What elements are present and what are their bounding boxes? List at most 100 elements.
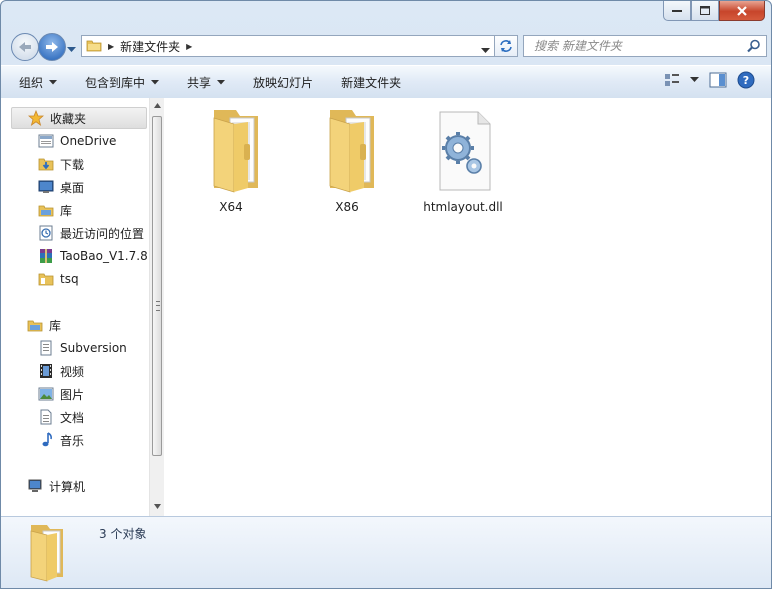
sidebar-item-libraries[interactable]: 库 <box>27 314 61 336</box>
help-icon[interactable]: ? <box>737 71 755 89</box>
forward-button[interactable] <box>38 33 66 61</box>
star-icon <box>28 110 44 126</box>
sidebar-item-taobao[interactable]: TaoBao_V1.7.8. <box>38 245 149 267</box>
sidebar-item-label: 视频 <box>60 364 85 379</box>
close-icon <box>737 5 747 16</box>
back-button[interactable] <box>11 33 39 61</box>
organize-label: 组织 <box>19 75 44 90</box>
arrow-right-icon <box>46 42 58 52</box>
folder-icon <box>86 38 102 55</box>
file-list: X64 X86 htmlayout.dll <box>165 98 771 516</box>
search-icon[interactable] <box>747 39 761 56</box>
sidebar-item-label: 最近访问的位置 <box>60 226 145 241</box>
share-label: 共享 <box>187 75 212 90</box>
sidebar-item-desktop[interactable]: 桌面 <box>38 176 84 198</box>
address-history-dropdown[interactable] <box>481 43 490 57</box>
sidebar-item-label: 图片 <box>60 387 85 402</box>
details-pane: 3 个对象 <box>1 516 771 588</box>
sidebar-item-label: 下载 <box>60 157 85 172</box>
sidebar-item-label: 文档 <box>60 410 85 425</box>
new-folder-label: 新建文件夹 <box>341 75 402 90</box>
organize-menu[interactable]: 组织 <box>1 66 71 98</box>
breadcrumb-arrow-icon[interactable]: ▶ <box>186 42 192 51</box>
preview-pane-icon[interactable] <box>709 72 727 88</box>
view-controls: ? <box>654 71 755 89</box>
chevron-down-icon <box>67 47 76 52</box>
navigation-scrollbar[interactable] <box>149 98 164 516</box>
folder-icon <box>30 525 63 582</box>
new-folder-button[interactable]: 新建文件夹 <box>327 66 415 98</box>
view-options-chevron-icon[interactable] <box>690 77 699 83</box>
document-icon <box>38 409 54 425</box>
minimize-button[interactable] <box>663 1 691 21</box>
dll-file-icon <box>439 111 491 191</box>
include-in-library-label: 包含到库中 <box>85 75 146 90</box>
onedrive-icon <box>38 133 54 149</box>
sidebar-item-onedrive[interactable]: OneDrive <box>38 130 116 152</box>
command-bar: 组织 包含到库中 共享 放映幻灯片 新建文件夹 ? <box>1 65 771 99</box>
navigation-pane: 收藏夹 OneDrive 下载 桌面 库 最近访问的位置 TaoBao_V1.7… <box>9 98 149 516</box>
sidebar-item-library[interactable]: 库 <box>38 199 72 221</box>
change-view-icon[interactable] <box>664 72 680 88</box>
item-count: 3 个对象 <box>99 527 147 541</box>
sidebar-item-label: 桌面 <box>60 180 85 195</box>
breadcrumb-item[interactable]: 新建文件夹 <box>120 38 180 55</box>
file-name: X86 <box>335 200 359 214</box>
sidebar-item-downloads[interactable]: 下载 <box>38 153 84 175</box>
picture-icon <box>38 386 54 402</box>
scroll-up-arrow-icon[interactable] <box>154 103 161 108</box>
sidebar-item-label: 计算机 <box>49 479 86 494</box>
chevron-down-icon <box>481 48 490 53</box>
chevron-down-icon <box>217 79 226 84</box>
chevron-down-icon <box>151 79 160 84</box>
caption-buttons <box>663 1 765 21</box>
maximize-button[interactable] <box>691 1 719 21</box>
address-row: ▶ 新建文件夹 ▶ <box>9 32 767 61</box>
subversion-icon <box>38 340 54 356</box>
refresh-icon <box>500 40 512 52</box>
sidebar-item-label: 库 <box>49 318 62 333</box>
file-name: X64 <box>219 200 243 214</box>
refresh-button[interactable] <box>494 35 518 57</box>
sidebar-item-documents[interactable]: 文档 <box>38 406 84 428</box>
explorer-window: ▶ 新建文件夹 ▶ 组织 包含到 <box>0 0 772 589</box>
chevron-down-icon <box>49 79 58 84</box>
sidebar-item-label: tsq <box>60 272 79 286</box>
file-item-htmlayout-dll[interactable]: htmlayout.dll <box>408 104 518 214</box>
scroll-down-arrow-icon[interactable] <box>154 504 161 509</box>
music-icon <box>38 432 54 448</box>
search-box[interactable] <box>523 35 767 57</box>
sidebar-item-tsq[interactable]: tsq <box>38 268 79 290</box>
file-item-x64[interactable]: X64 <box>176 104 286 214</box>
folder-icon <box>329 110 374 193</box>
sidebar-item-label: 收藏夹 <box>50 111 87 126</box>
sidebar-item-computer[interactable]: 计算机 <box>27 475 85 497</box>
sidebar-item-favorites[interactable]: 收藏夹 <box>11 107 147 129</box>
sidebar-item-pictures[interactable]: 图片 <box>38 383 84 405</box>
recent-places-icon <box>38 225 54 241</box>
share-menu[interactable]: 共享 <box>173 66 239 98</box>
sidebar-item-label: TaoBao_V1.7.8. <box>60 249 149 263</box>
sidebar-item-music[interactable]: 音乐 <box>38 429 84 451</box>
sidebar-item-videos[interactable]: 视频 <box>38 360 84 382</box>
breadcrumb-arrow-icon[interactable]: ▶ <box>108 42 114 51</box>
slideshow-button[interactable]: 放映幻灯片 <box>239 66 327 98</box>
search-input[interactable] <box>532 38 736 54</box>
address-bar[interactable]: ▶ 新建文件夹 ▶ <box>81 35 495 57</box>
library-icon <box>27 317 43 333</box>
library-icon <box>38 202 54 218</box>
sidebar-item-label: Subversion <box>60 341 127 355</box>
sidebar-item-subversion[interactable]: Subversion <box>38 337 127 359</box>
close-button[interactable] <box>719 1 765 21</box>
recent-pages-dropdown[interactable] <box>67 42 76 56</box>
slideshow-label: 放映幻灯片 <box>253 75 314 90</box>
svg-text:?: ? <box>743 74 749 87</box>
archive-icon <box>38 248 54 264</box>
desktop-icon <box>38 179 54 195</box>
file-name: htmlayout.dll <box>423 200 503 214</box>
scrollbar-thumb[interactable] <box>152 116 162 456</box>
include-in-library-menu[interactable]: 包含到库中 <box>71 66 173 98</box>
folder-icon <box>38 271 54 287</box>
file-item-x86[interactable]: X86 <box>292 104 402 214</box>
sidebar-item-recent-places[interactable]: 最近访问的位置 <box>38 222 144 244</box>
